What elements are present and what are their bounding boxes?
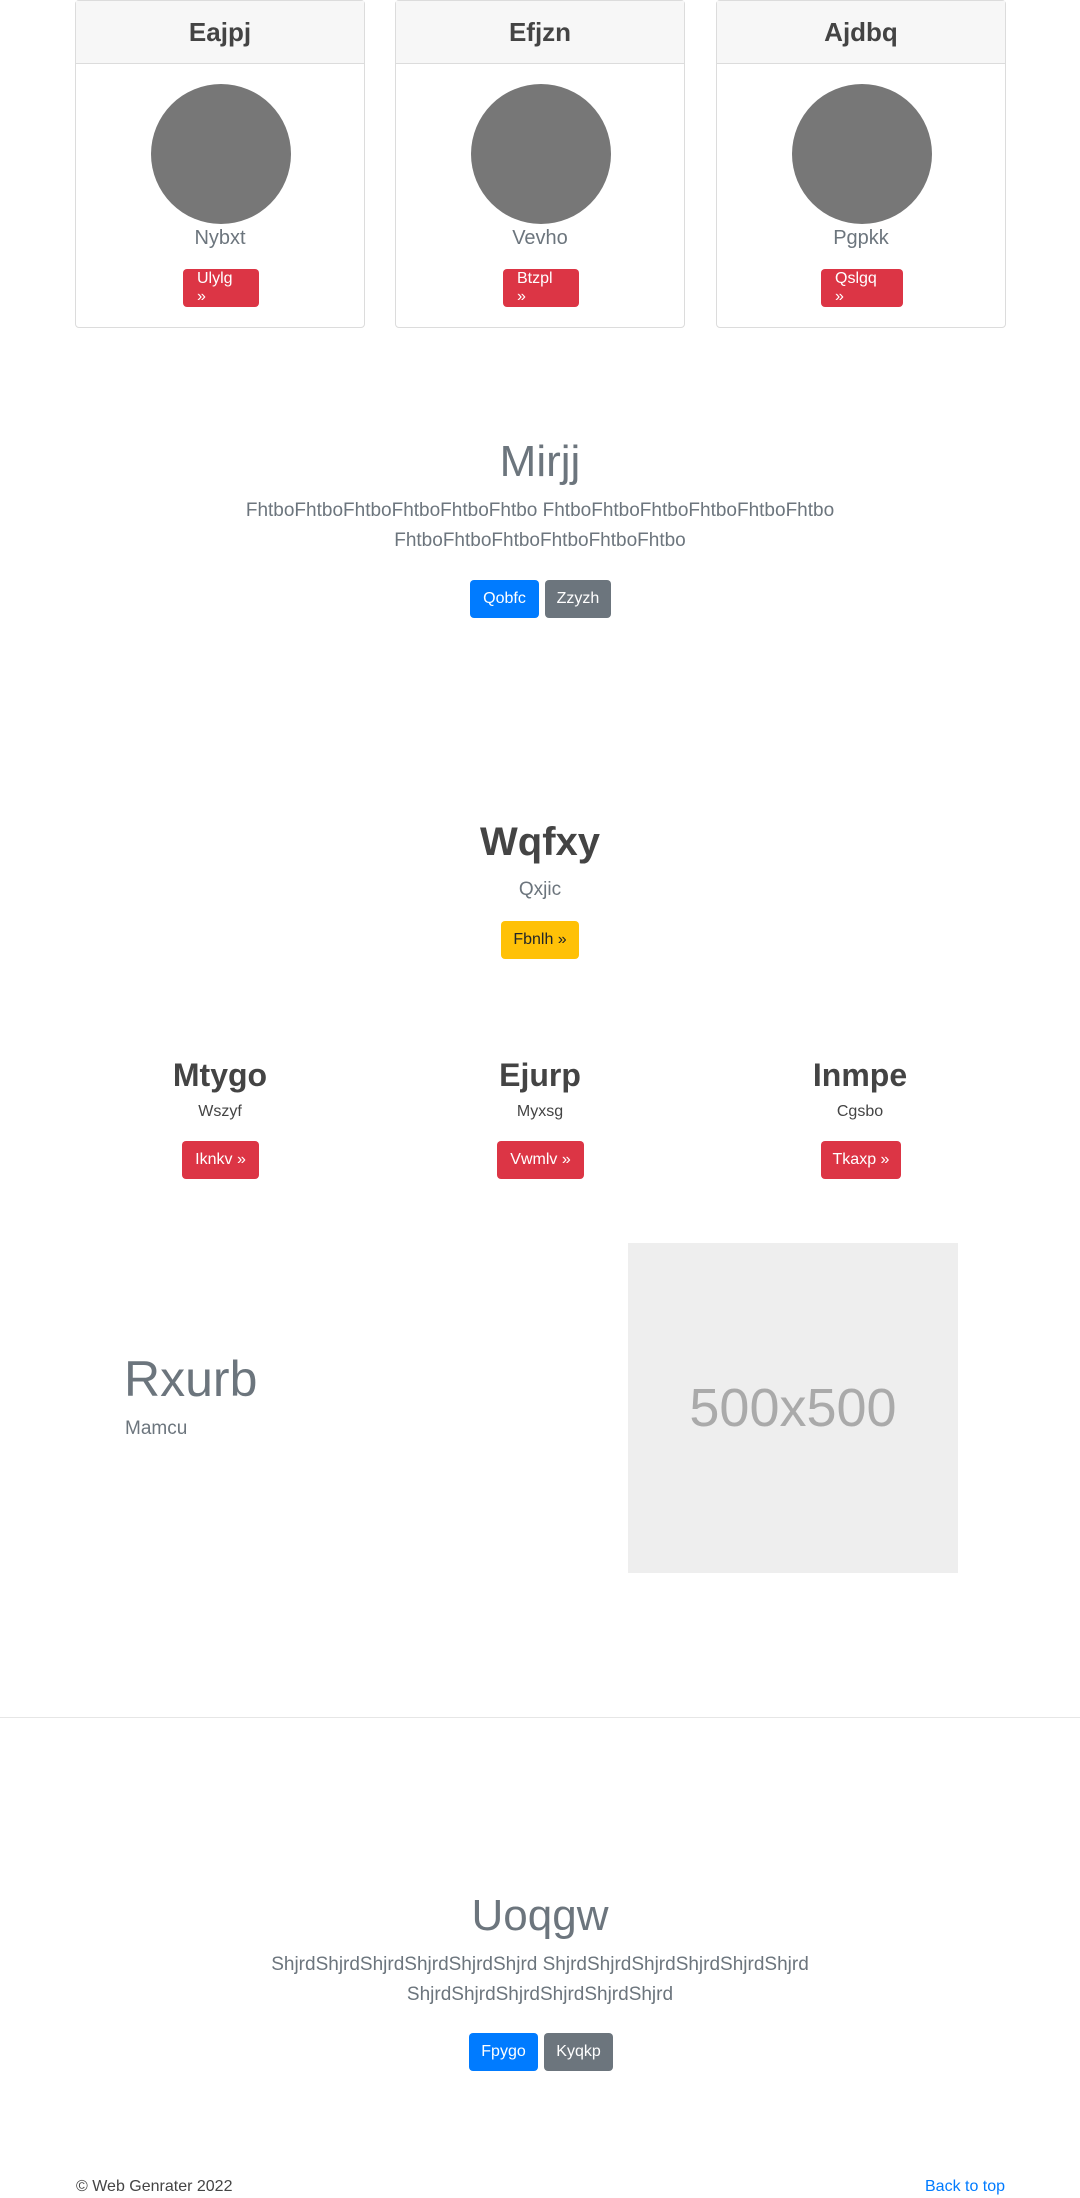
- back-to-top-link[interactable]: Back to top: [925, 2178, 1005, 2196]
- team-card: Eajpj Nybxt Ulylg »: [75, 0, 365, 328]
- hero-text-line1: FhtboFhtboFhtboFhtboFhtboFhtbo FhtboFhtb…: [245, 500, 835, 521]
- feature-title: Inmpe: [812, 1057, 908, 1093]
- section-divider: [0, 1717, 1080, 1718]
- card-button[interactable]: Ulylg »: [183, 269, 259, 307]
- hero-text-line1: ShjrdShjrdShjrdShjrdShjrdShjrd ShjrdShjr…: [271, 1954, 809, 1975]
- feature-button[interactable]: Iknkv »: [182, 1141, 259, 1179]
- avatar: [792, 84, 932, 224]
- media-subtitle: Mamcu: [125, 1418, 188, 1439]
- feature-subtitle: Myxsg: [516, 1103, 564, 1120]
- hero-primary-button[interactable]: Qobfc: [470, 580, 539, 618]
- cta-title: Wqfxy: [480, 820, 600, 864]
- hero-secondary-button[interactable]: Kyqkp: [544, 2033, 613, 2071]
- card-title: Ajdbq: [717, 1, 1005, 64]
- footer-copyright: © Web Genrater 2022: [76, 2178, 233, 2195]
- feature-subtitle: Wszyf: [198, 1103, 242, 1120]
- card-subtitle: Pgpkk: [833, 227, 889, 249]
- hero-secondary-button[interactable]: Zzyzh: [545, 580, 611, 618]
- team-card: Ajdbq Pgpkk Qslgq »: [716, 0, 1006, 328]
- card-subtitle: Vevho: [512, 227, 568, 249]
- feature-button[interactable]: Tkaxp »: [821, 1141, 901, 1179]
- feature-title: Ejurp: [499, 1057, 581, 1093]
- hero-text-line2: FhtboFhtboFhtboFhtboFhtboFhtbo: [394, 530, 686, 551]
- feature-title: Mtygo: [172, 1057, 268, 1093]
- image-placeholder: 500x500: [628, 1243, 958, 1573]
- card-title: Efjzn: [396, 1, 684, 64]
- avatar: [151, 84, 291, 224]
- feature-button[interactable]: Vwmlv »: [497, 1141, 584, 1179]
- media-title: Rxurb: [124, 1351, 258, 1407]
- cta-button[interactable]: Fbnlh »: [501, 921, 579, 959]
- card-button[interactable]: Qslgq »: [821, 269, 903, 307]
- hero-title: Uoqgw: [471, 1891, 609, 1940]
- cta-subtitle: Qxjic: [518, 879, 562, 900]
- hero-primary-button[interactable]: Fpygo: [469, 2033, 538, 2071]
- team-card: Efjzn Vevho Btzpl »: [395, 0, 685, 328]
- hero-title: Mirjj: [499, 437, 581, 486]
- card-title: Eajpj: [76, 1, 364, 64]
- avatar: [471, 84, 611, 224]
- card-subtitle: Nybxt: [194, 227, 246, 249]
- feature-subtitle: Cgsbo: [836, 1103, 884, 1120]
- hero-text-line2: ShjrdShjrdShjrdShjrdShjrdShjrd: [406, 1984, 674, 2005]
- card-button[interactable]: Btzpl »: [503, 269, 579, 307]
